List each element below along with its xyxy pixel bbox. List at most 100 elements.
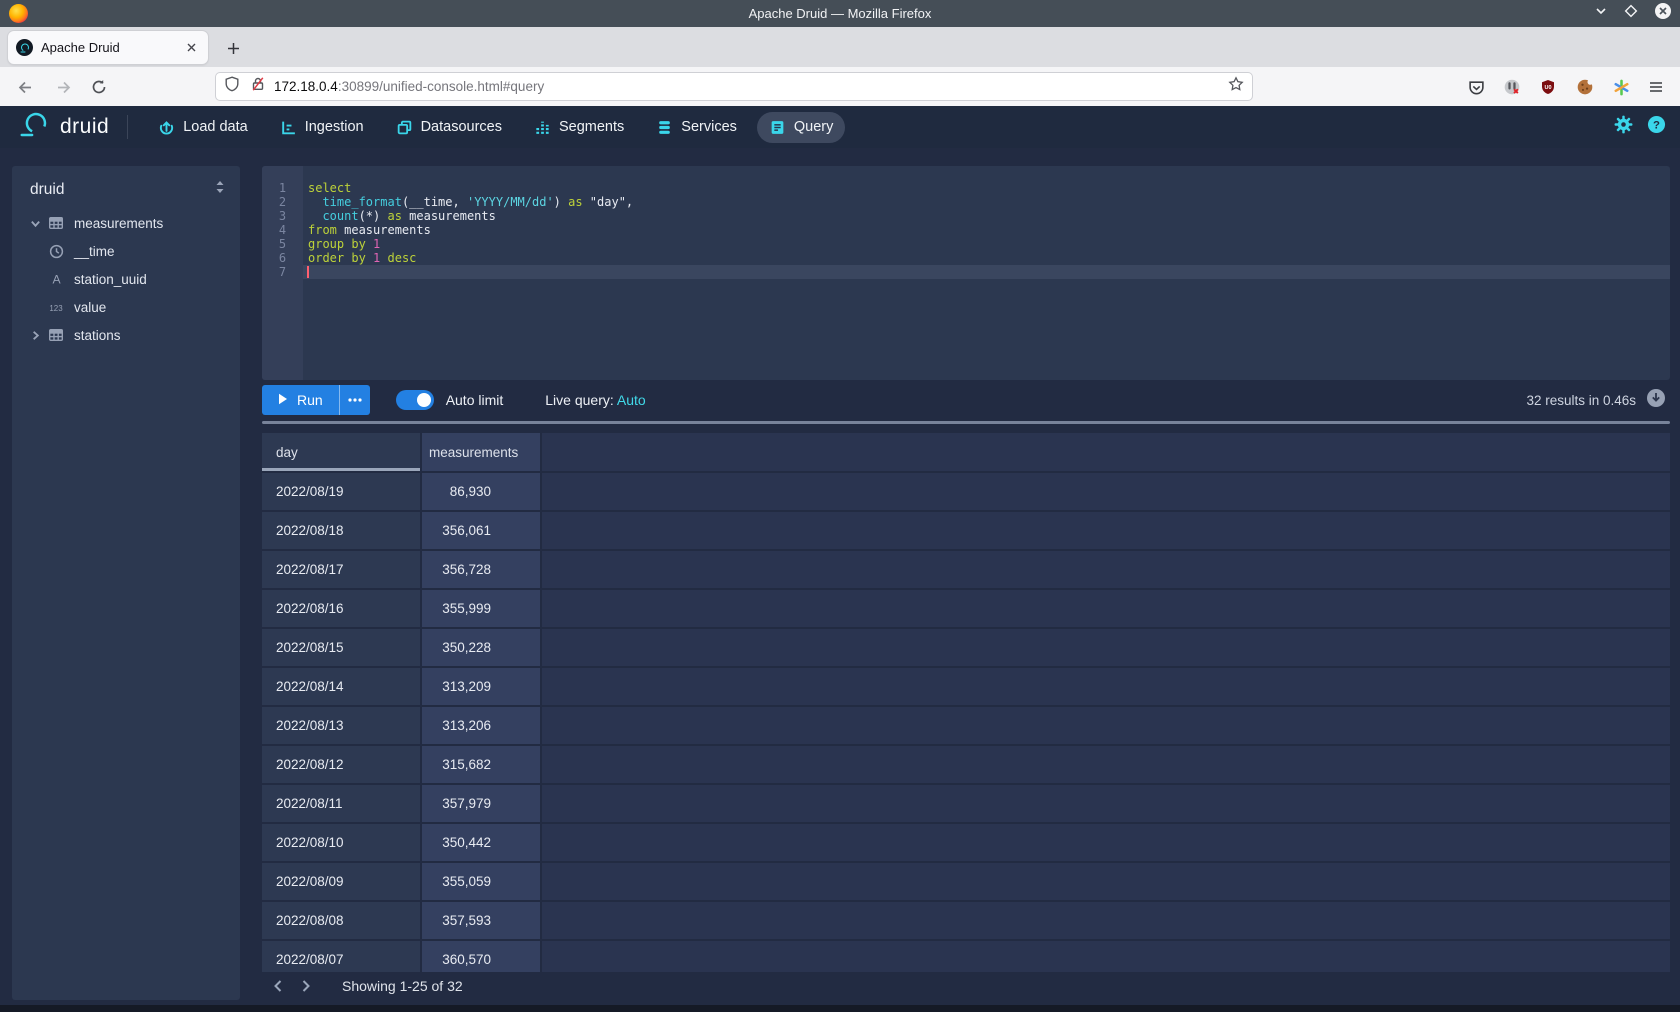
cell-day[interactable]: 2022/08/09 xyxy=(262,863,420,900)
code-token: as xyxy=(568,195,582,209)
line-number: 7 xyxy=(262,265,303,279)
bookmark-star-icon[interactable] xyxy=(1228,76,1244,97)
row-filler xyxy=(542,668,1670,705)
tree-item-value[interactable]: 123value xyxy=(12,293,240,321)
prev-page-icon[interactable] xyxy=(266,974,290,998)
schema-sidebar: druid measurements__timeAstation_uuid123… xyxy=(12,166,240,1000)
code-line[interactable]: select xyxy=(303,181,1670,195)
chevron-down-icon[interactable] xyxy=(26,218,44,229)
cell-measurements[interactable]: 355,999 xyxy=(422,590,540,627)
settings-gear-icon[interactable] xyxy=(1614,115,1633,139)
run-button[interactable]: Run xyxy=(262,385,339,415)
cell-day[interactable]: 2022/08/12 xyxy=(262,746,420,783)
window-minimize-icon[interactable] xyxy=(1594,4,1608,23)
ublock-origin-icon[interactable]: U0 xyxy=(1536,75,1560,99)
code-line[interactable]: from measurements xyxy=(303,223,1670,237)
nav-item-datasources[interactable]: Datasources xyxy=(384,112,514,143)
cell-day[interactable]: 2022/08/11 xyxy=(262,785,420,822)
nav-item-load-data[interactable]: Load data xyxy=(146,112,260,143)
cell-day[interactable]: 2022/08/14 xyxy=(262,668,420,705)
run-bar: Run Auto limit Live query: Auto 32 resul… xyxy=(262,380,1670,420)
cookie-extension-icon[interactable] xyxy=(1573,75,1597,99)
svg-text:?: ? xyxy=(1653,119,1660,131)
sql-editor[interactable]: 1234567 select time_format(__time, 'YYYY… xyxy=(262,166,1670,380)
code-line[interactable]: count(*) as measurements xyxy=(303,209,1670,223)
next-page-icon[interactable] xyxy=(294,974,318,998)
nav-item-segments[interactable]: Segments xyxy=(522,112,636,143)
cell-day[interactable]: 2022/08/18 xyxy=(262,512,420,549)
tree-item-__time[interactable]: __time xyxy=(12,237,240,265)
cell-measurements[interactable]: 357,979 xyxy=(422,785,540,822)
nav-item-query[interactable]: Query xyxy=(757,112,846,143)
cell-day[interactable]: 2022/08/17 xyxy=(262,551,420,588)
cell-day[interactable]: 2022/08/08 xyxy=(262,902,420,939)
cell-day[interactable]: 2022/08/16 xyxy=(262,590,420,627)
code-line[interactable]: order by 1 desc xyxy=(303,251,1670,265)
back-icon[interactable] xyxy=(12,74,38,100)
chevron-right-icon[interactable] xyxy=(26,330,44,341)
run-more-button[interactable] xyxy=(339,385,370,415)
column-header-day[interactable]: day xyxy=(262,433,420,471)
cell-measurements[interactable]: 357,593 xyxy=(422,902,540,939)
new-tab-button[interactable] xyxy=(220,35,246,61)
window-maximize-icon[interactable] xyxy=(1624,4,1638,23)
cell-measurements-value: 356,728 xyxy=(429,562,491,577)
window-title: Apache Druid — Mozilla Firefox xyxy=(0,6,1680,21)
cell-measurements[interactable]: 350,442 xyxy=(422,824,540,861)
auto-limit-toggle[interactable] xyxy=(396,390,434,410)
tree-item-station_uuid[interactable]: Astation_uuid xyxy=(12,265,240,293)
cell-measurements[interactable]: 313,209 xyxy=(422,668,540,705)
cell-measurements[interactable]: 355,059 xyxy=(422,863,540,900)
code-line[interactable]: time_format(__time, 'YYYY/MM/dd') as "da… xyxy=(303,195,1670,209)
druid-brand[interactable]: druid xyxy=(16,111,109,144)
browser-tab[interactable]: Apache Druid xyxy=(8,31,208,64)
cell-measurements[interactable]: 350,228 xyxy=(422,629,540,666)
nav-item-services[interactable]: Services xyxy=(644,112,749,143)
cell-measurements-value: 356,061 xyxy=(429,523,491,538)
tab-close-icon[interactable] xyxy=(182,39,200,57)
code-token xyxy=(366,237,373,251)
reload-icon[interactable] xyxy=(86,74,112,100)
tree-item-measurements[interactable]: measurements xyxy=(12,209,240,237)
window-close-icon[interactable] xyxy=(1654,2,1672,25)
cell-measurements[interactable]: 315,682 xyxy=(422,746,540,783)
live-query-value[interactable]: Auto xyxy=(617,392,646,408)
nav-item-ingestion[interactable]: Ingestion xyxy=(268,112,376,143)
cell-day[interactable]: 2022/08/07 xyxy=(262,941,420,972)
code-line[interactable] xyxy=(303,265,1670,279)
cell-day[interactable]: 2022/08/15 xyxy=(262,629,420,666)
menu-icon[interactable] xyxy=(1644,75,1668,99)
url-bar[interactable]: 172.18.0.4:30899/unified-console.html#qu… xyxy=(215,72,1253,101)
download-icon[interactable] xyxy=(1646,388,1666,413)
cell-day[interactable]: 2022/08/10 xyxy=(262,824,420,861)
cell-measurements[interactable]: 86,930 xyxy=(422,473,540,510)
code-token: 1 xyxy=(373,237,380,251)
cell-measurements[interactable]: 360,570 xyxy=(422,941,540,972)
cell-day[interactable]: 2022/08/19 xyxy=(262,473,420,510)
insecure-lock-icon[interactable] xyxy=(250,76,266,97)
tracking-shield-icon[interactable] xyxy=(224,76,240,97)
tree-item-stations[interactable]: stations xyxy=(12,321,240,349)
results-splitter[interactable] xyxy=(262,421,1670,424)
forward-icon[interactable] xyxy=(50,74,76,100)
column-header-measurements[interactable]: measurements xyxy=(422,433,540,471)
code-line[interactable]: group by 1 xyxy=(303,237,1670,251)
pocket-icon[interactable] xyxy=(1464,75,1488,99)
asterisk-extension-icon[interactable] xyxy=(1609,75,1633,99)
cell-measurements[interactable]: 313,206 xyxy=(422,707,540,744)
cell-measurements-value: 355,999 xyxy=(429,601,491,616)
cell-measurements[interactable]: 356,061 xyxy=(422,512,540,549)
schema-name: druid xyxy=(30,181,64,199)
help-icon[interactable]: ? xyxy=(1647,115,1666,139)
row-filler xyxy=(542,746,1670,783)
table-row: 2022/08/09355,059 xyxy=(262,863,1670,900)
cell-day[interactable]: 2022/08/13 xyxy=(262,707,420,744)
row-filler xyxy=(542,629,1670,666)
editor-code[interactable]: select time_format(__time, 'YYYY/MM/dd')… xyxy=(303,166,1670,380)
cell-measurements[interactable]: 356,728 xyxy=(422,551,540,588)
cell-measurements-value: 360,570 xyxy=(429,952,491,967)
schema-sort-icon[interactable] xyxy=(214,180,226,199)
play-icon xyxy=(278,392,288,408)
svg-text:U0: U0 xyxy=(1544,85,1551,91)
identity-extension-icon[interactable] xyxy=(1500,75,1524,99)
